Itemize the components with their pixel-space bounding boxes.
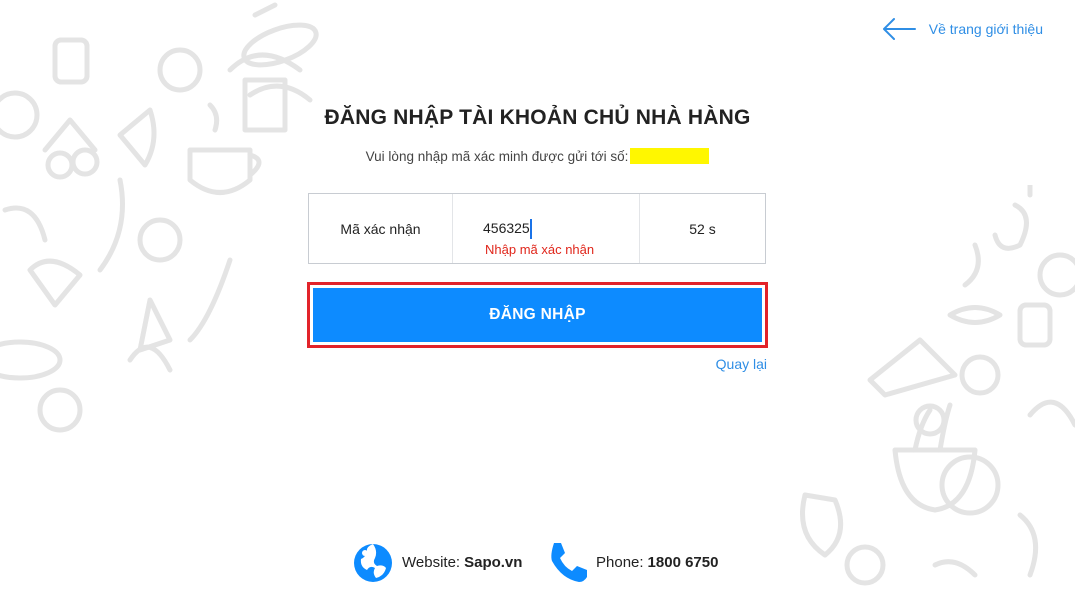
login-button[interactable]: ĐĂNG NHẬP [313,288,762,342]
otp-input-cell[interactable]: Nhập mã xác nhận [453,194,640,263]
masked-phone-number [630,148,710,164]
phone-value[interactable]: 1800 6750 [648,554,719,571]
website-value[interactable]: Sapo.vn [464,554,522,571]
back-to-intro-link[interactable]: Về trang giới thiệu [881,14,1043,44]
phone-label: Phone: [596,553,644,571]
otp-error-message: Nhập mã xác nhận [485,242,595,257]
globe-icon [352,541,394,583]
doodle-left-cluster [0,2,319,433]
footer: Website: Sapo.vn Phone: 1800 6750 [0,540,1075,584]
phone-icon [546,541,588,583]
otp-input[interactable] [483,220,623,236]
resend-countdown: 52 s [689,220,716,237]
otp-form-row: Mã xác nhận Nhập mã xác nhận 52 s [308,193,766,264]
go-back-link[interactable]: Quay lại [716,356,767,372]
footer-phone: Phone: 1800 6750 [546,540,718,584]
back-to-intro-label: Về trang giới thiệu [928,21,1043,37]
text-caret [530,219,532,239]
otp-label: Mã xác nhận [309,194,453,263]
website-label: Website: [402,553,461,571]
page-subtitle: Vui lòng nhập mã xác minh được gửi tới s… [0,148,1075,164]
footer-website: Website: Sapo.vn [352,540,522,584]
login-button-highlight: ĐĂNG NHẬP [307,282,768,348]
subtitle-text: Vui lòng nhập mã xác minh được gửi tới s… [365,149,629,164]
arrow-left-icon [881,17,917,41]
page-title: ĐĂNG NHẬP TÀI KHOẢN CHỦ NHÀ HÀNG [324,106,751,129]
